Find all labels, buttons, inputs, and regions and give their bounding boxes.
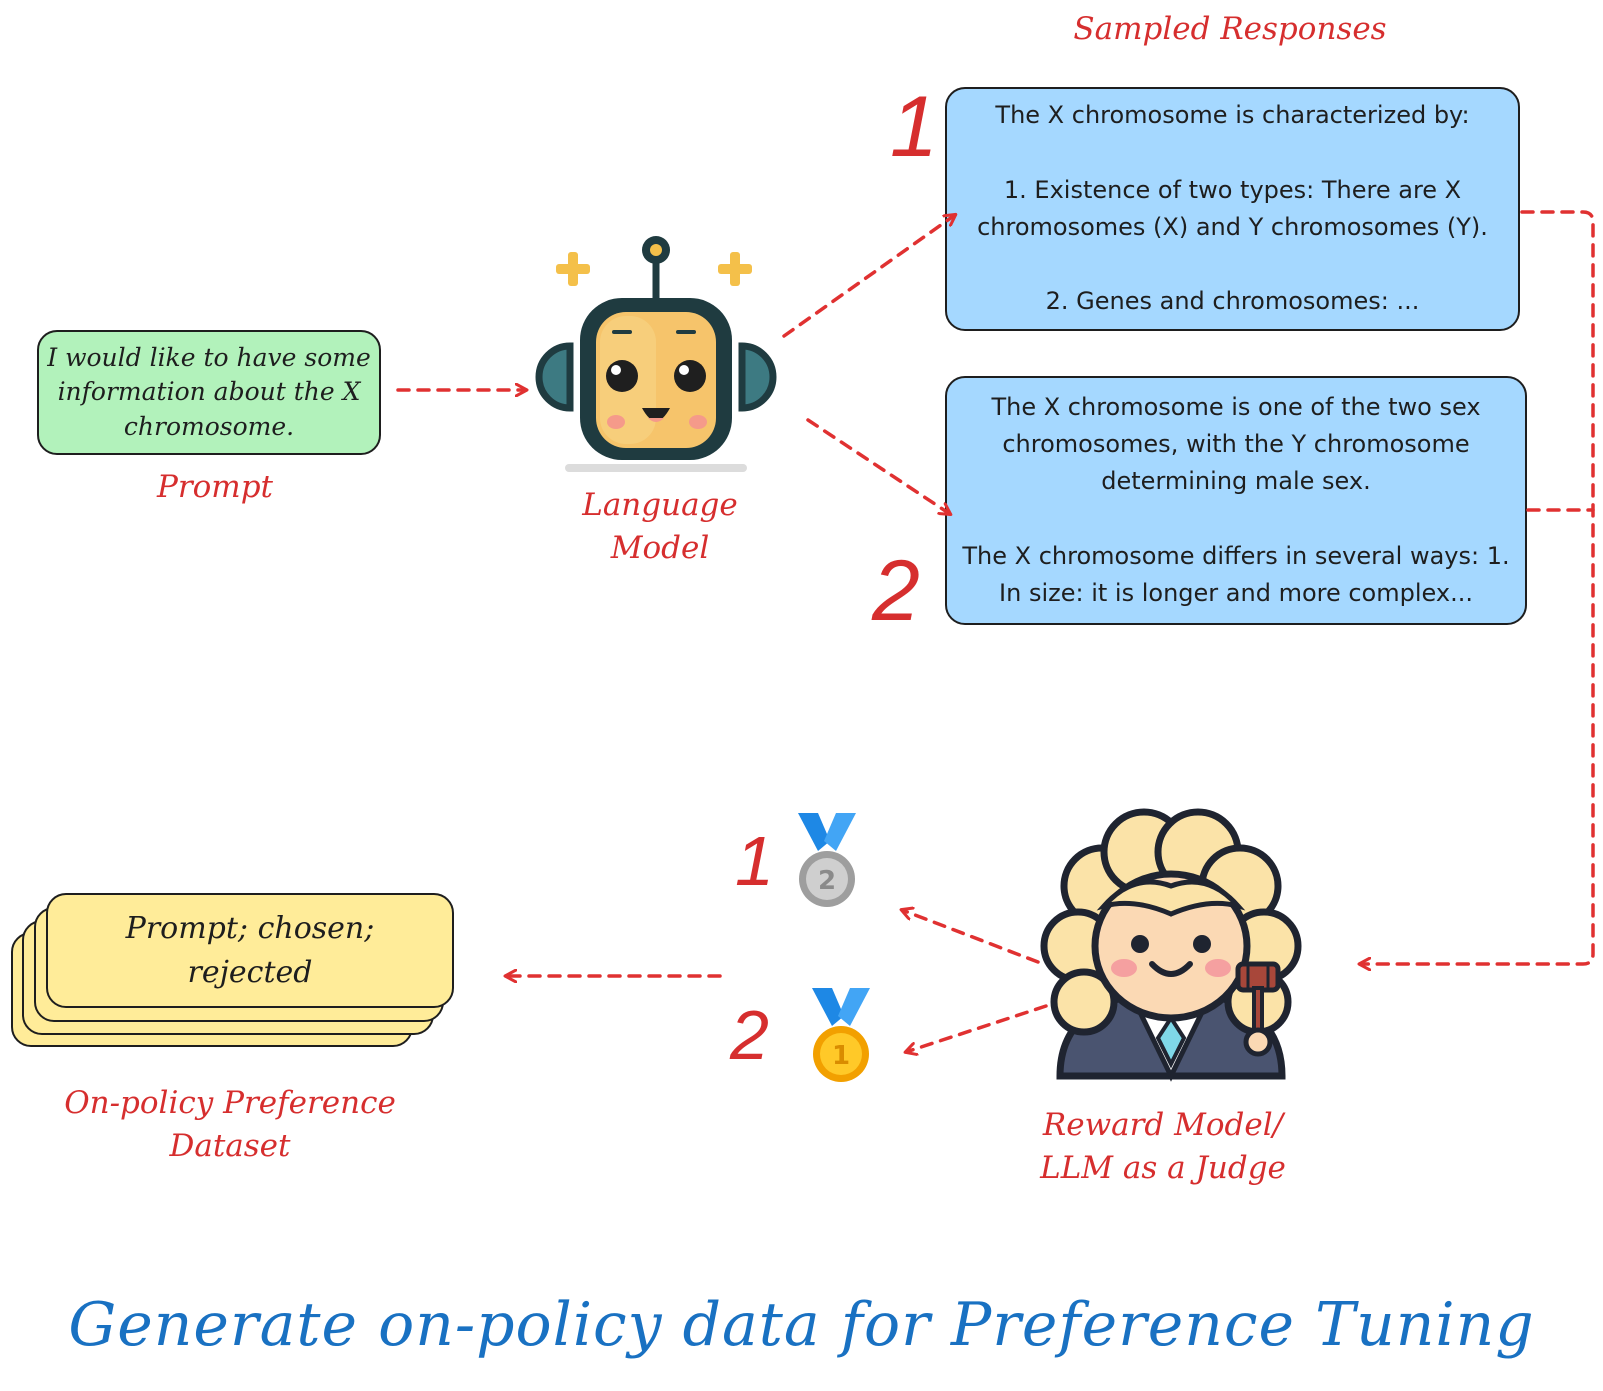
- arrow-model-to-response-2: [806, 418, 950, 514]
- arrow-responses-to-judge: [1360, 210, 1595, 964]
- arrow-judge-to-rank-1: [902, 910, 1040, 964]
- arrow-model-to-response-1: [782, 215, 955, 338]
- arrow-judge-to-rank-2: [906, 1004, 1048, 1052]
- flow-arrows: [396, 210, 1595, 1391]
- page-title: Generate on-policy data for Preference T…: [68, 1290, 1535, 1360]
